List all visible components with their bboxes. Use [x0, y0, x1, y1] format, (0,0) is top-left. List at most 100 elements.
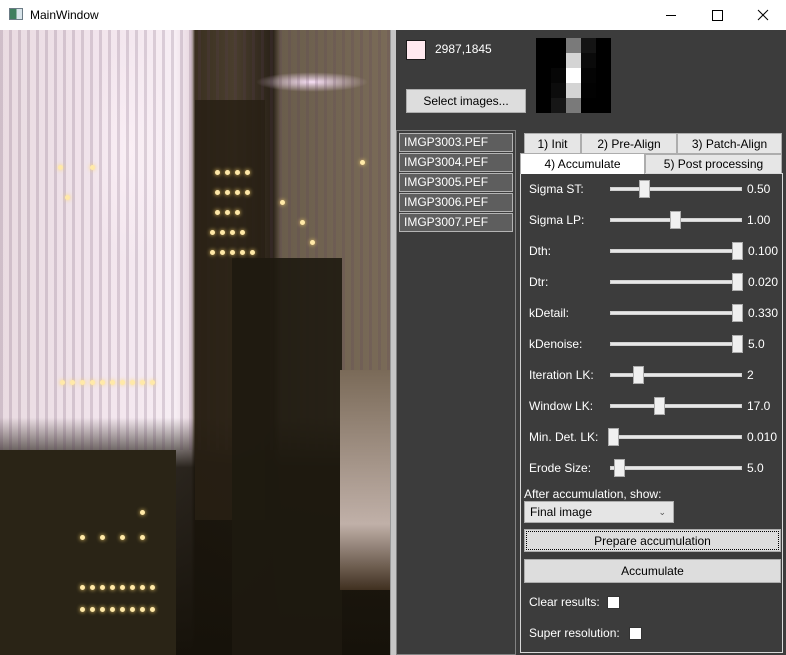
slider-value: 5.0 [747, 461, 764, 475]
window-light [150, 607, 155, 612]
window-light [130, 380, 135, 385]
pixel-color-swatch [406, 40, 426, 60]
window-light [235, 190, 240, 195]
kernel-cell [581, 98, 596, 113]
slider-thumb[interactable] [732, 273, 743, 291]
minimize-button[interactable] [648, 0, 694, 30]
file-list-item[interactable]: IMGP3003.PEF [399, 133, 513, 152]
slider-track[interactable] [610, 435, 742, 439]
kernel-cell [566, 98, 581, 113]
slider-value: 0.100 [748, 244, 779, 258]
slider-label: Dtr: [529, 275, 549, 289]
close-icon [757, 9, 769, 21]
window-light [245, 170, 250, 175]
slider-track[interactable] [610, 373, 742, 377]
slider-track[interactable] [610, 311, 742, 315]
image-preview[interactable] [0, 30, 390, 655]
slider-label: Iteration LK: [529, 368, 594, 382]
slider-thumb[interactable] [732, 335, 743, 353]
window-light [225, 190, 230, 195]
kernel-cell [596, 38, 611, 53]
slider-track[interactable] [610, 249, 742, 253]
slider-thumb[interactable] [639, 180, 650, 198]
app-icon [9, 8, 23, 20]
file-list-item[interactable]: IMGP3005.PEF [399, 173, 513, 192]
kernel-cell [566, 38, 581, 53]
window-light [65, 195, 70, 200]
slider-track[interactable] [610, 404, 742, 408]
window-light [250, 250, 255, 255]
slider-value: 0.010 [747, 430, 778, 444]
slider-value: 1.00 [747, 213, 771, 227]
title-bar: MainWindow [0, 0, 786, 30]
window-light [225, 210, 230, 215]
window-light [130, 607, 135, 612]
window-light [110, 380, 115, 385]
kernel-cell [536, 53, 551, 68]
file-list-item[interactable]: IMGP3006.PEF [399, 193, 513, 212]
window-light [120, 585, 125, 590]
file-list[interactable]: IMGP3003.PEF IMGP3004.PEF IMGP3005.PEF IMGP… [396, 130, 516, 655]
slider-thumb[interactable] [732, 242, 743, 260]
tab-patch-align[interactable]: 3) Patch-Align [677, 133, 782, 154]
window-light [210, 250, 215, 255]
tab-init[interactable]: 1) Init [524, 133, 581, 154]
window-light [80, 535, 85, 540]
window-light [120, 607, 125, 612]
pixel-coordinates: 2987,1845 [435, 42, 492, 56]
slider-track[interactable] [610, 187, 742, 191]
kernel-cell [551, 98, 566, 113]
window-light [235, 210, 240, 215]
window-light [90, 380, 95, 385]
slider-thumb[interactable] [608, 428, 619, 446]
accumulate-button[interactable]: Accumulate [524, 559, 781, 583]
maximize-icon [711, 9, 723, 21]
slider-label: Sigma ST: [529, 182, 584, 196]
slider-value: 5.0 [748, 337, 765, 351]
tab-post-processing[interactable]: 5) Post processing [645, 154, 782, 174]
slider-thumb[interactable] [653, 397, 665, 415]
select-images-button[interactable]: Select images... [406, 89, 526, 113]
file-list-item[interactable]: IMGP3004.PEF [399, 153, 513, 172]
tab-pre-align[interactable]: 2) Pre-Align [581, 133, 677, 154]
slider-track[interactable] [610, 466, 742, 470]
window-light [58, 165, 63, 170]
kernel-cell [596, 83, 611, 98]
window-light [140, 380, 145, 385]
window-light [220, 250, 225, 255]
tab-accumulate[interactable]: 4) Accumulate [520, 153, 645, 174]
slider-track[interactable] [610, 280, 742, 284]
window-light [80, 585, 85, 590]
slider-thumb[interactable] [670, 211, 681, 229]
kernel-cell [551, 68, 566, 83]
slider-track[interactable] [610, 342, 742, 346]
slider-thumb[interactable] [732, 304, 743, 322]
file-list-item[interactable]: IMGP3007.PEF [399, 213, 513, 232]
kernel-cell [551, 38, 566, 53]
window-light [90, 607, 95, 612]
window-light [90, 165, 95, 170]
window-light [100, 607, 105, 612]
slider-value: 2 [747, 368, 754, 382]
super-resolution-checkbox[interactable] [629, 627, 642, 640]
kernel-cell [566, 68, 581, 83]
kernel-cell [536, 68, 551, 83]
kernel-preview [536, 38, 611, 113]
slider-label: Min. Det. LK: [529, 430, 599, 444]
kernel-cell [551, 83, 566, 98]
kernel-cell [536, 83, 551, 98]
slider-thumb[interactable] [632, 366, 644, 384]
show-select[interactable]: Final image ⌄ [524, 501, 674, 523]
maximize-button[interactable] [694, 0, 740, 30]
window-light [150, 380, 155, 385]
prepare-accumulation-button[interactable]: Prepare accumulation [524, 529, 781, 552]
kernel-cell [536, 98, 551, 113]
kernel-cell [581, 38, 596, 53]
clear-results-checkbox[interactable] [607, 596, 620, 609]
kernel-cell [581, 53, 596, 68]
window-light [120, 535, 125, 540]
window-light [215, 170, 220, 175]
close-button[interactable] [740, 0, 786, 30]
slider-label: Dth: [529, 244, 552, 258]
slider-thumb[interactable] [614, 459, 626, 477]
